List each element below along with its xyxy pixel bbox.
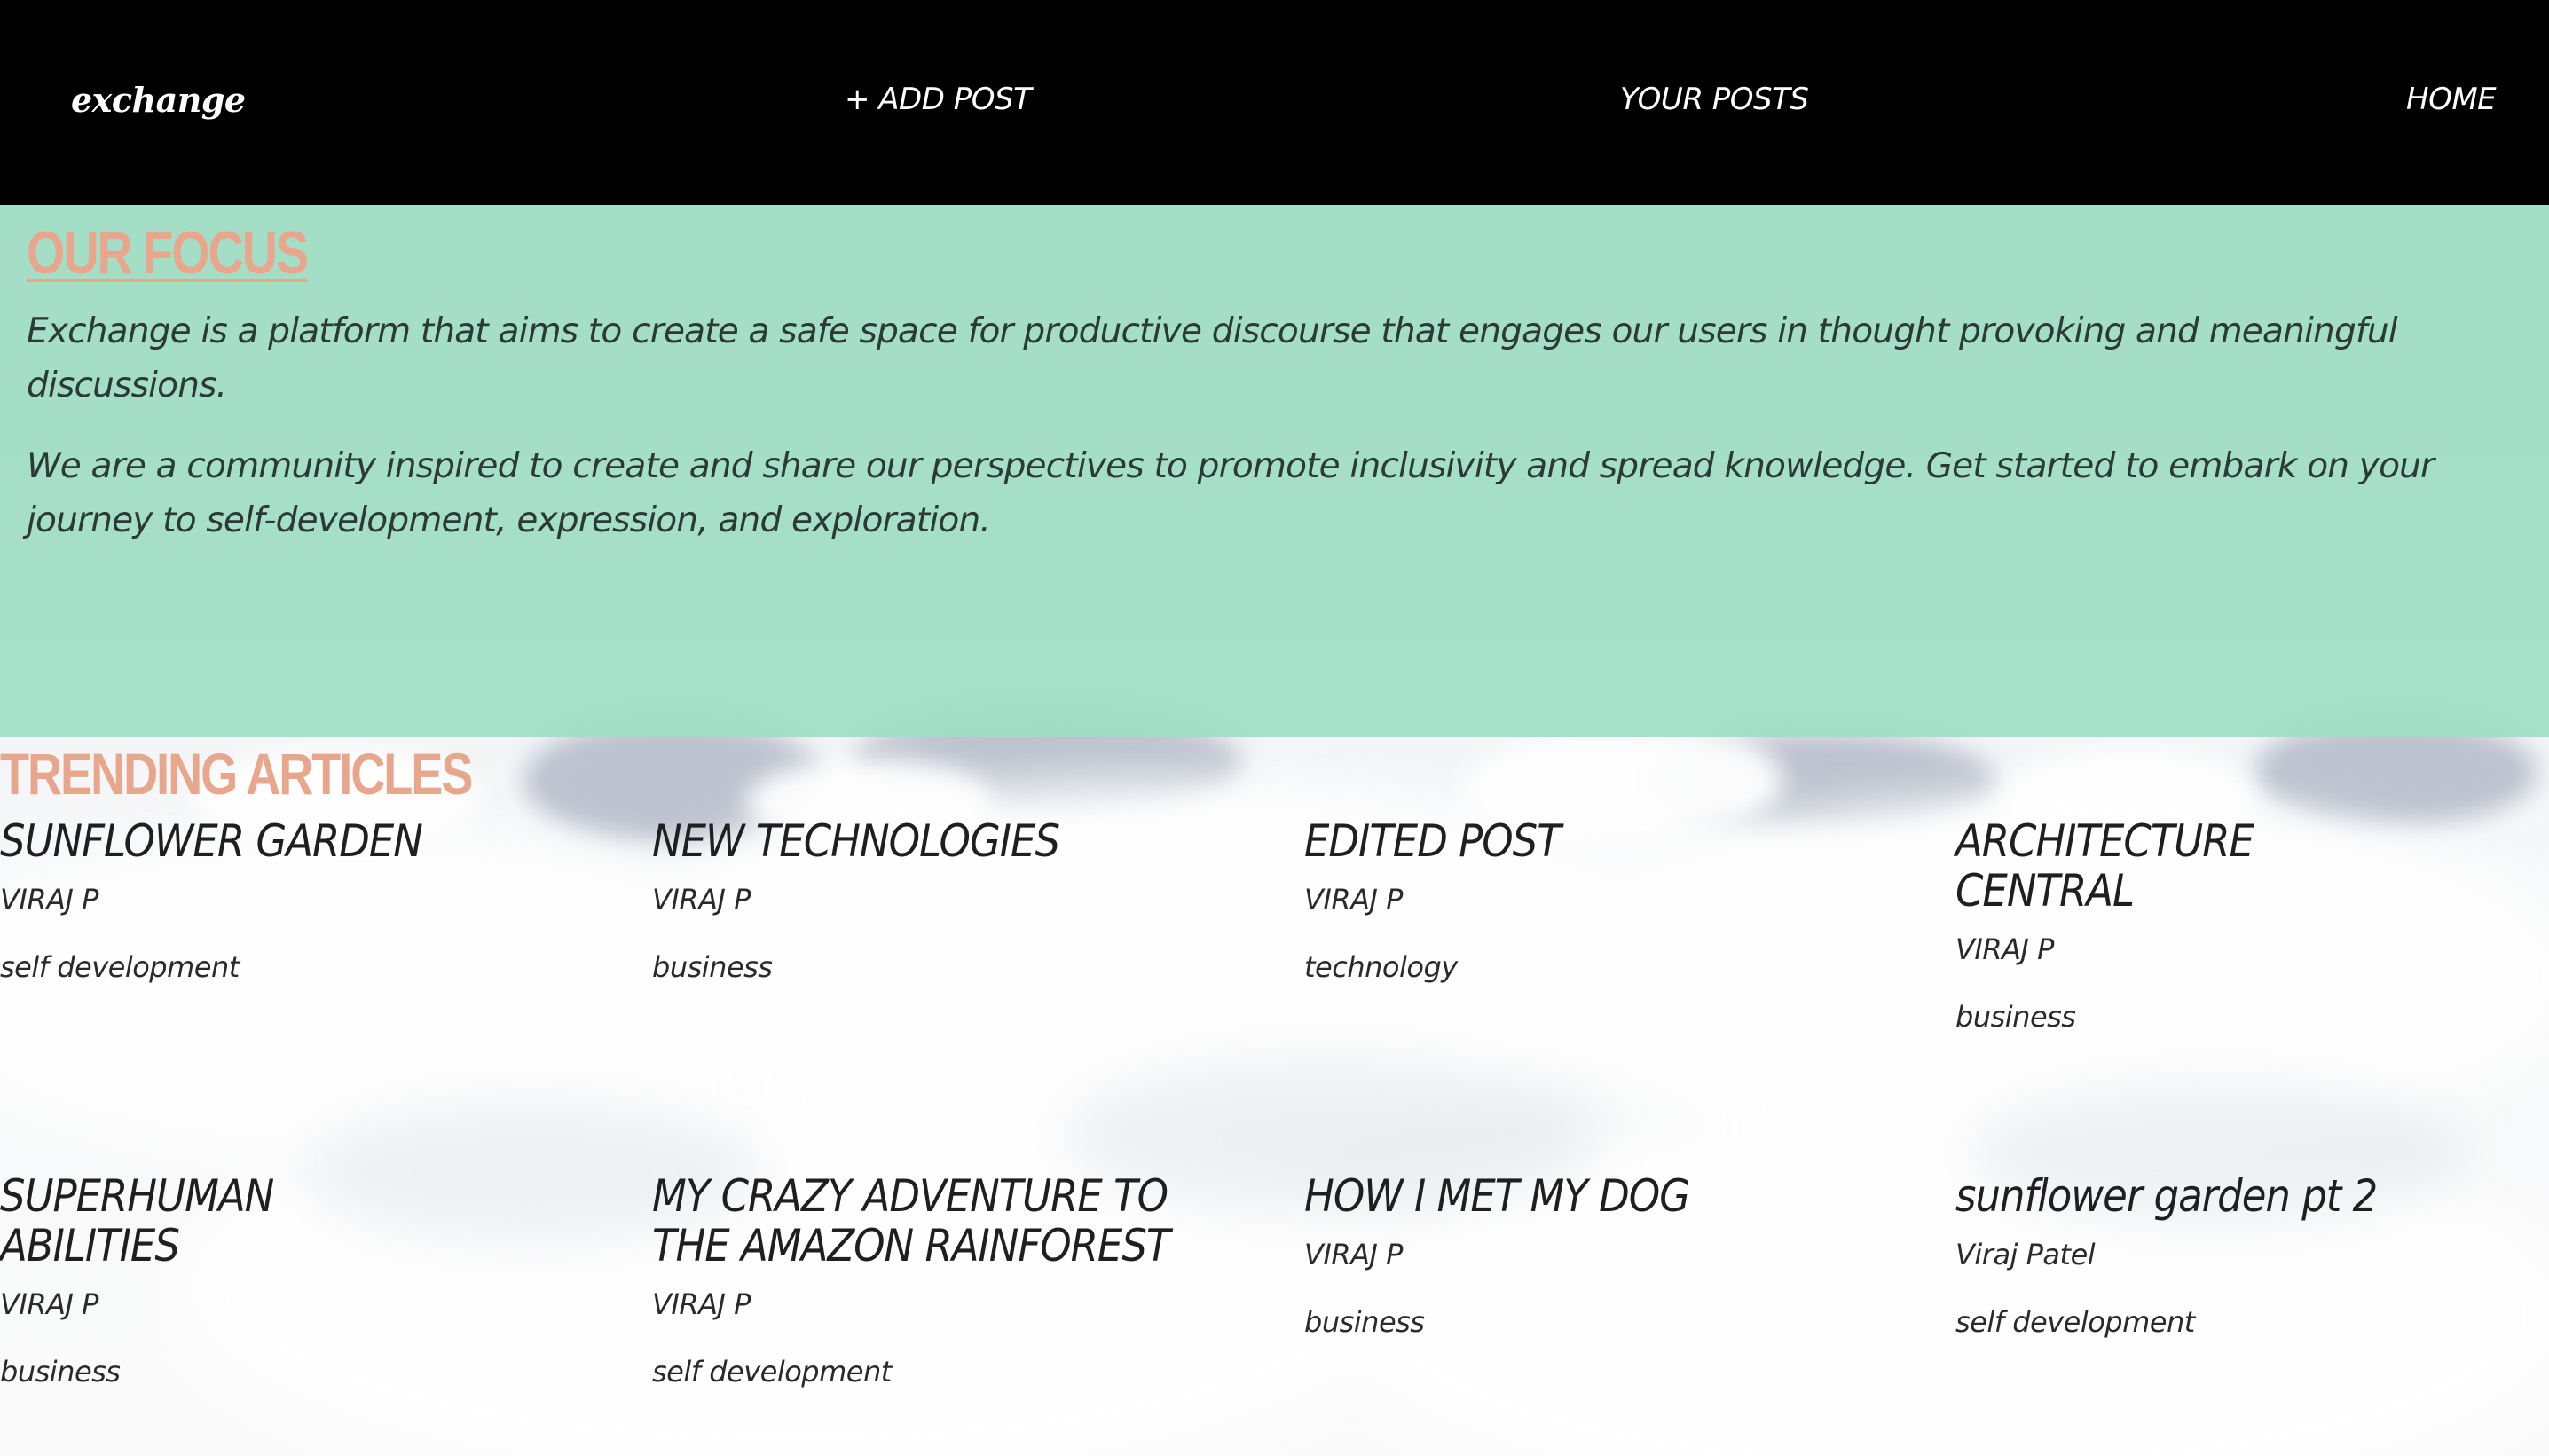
article-title[interactable]: sunflower garden pt 2 bbox=[1955, 1171, 2523, 1221]
article-card[interactable]: ARCHITECTURE CENTRAL VIRAJ P business bbox=[1955, 816, 2364, 1036]
nav-home-link[interactable]: HOME bbox=[2406, 82, 2497, 117]
nav-your-posts-link[interactable]: YOUR POSTS bbox=[1620, 82, 1809, 117]
article-category: business bbox=[1304, 1305, 1425, 1339]
article-card[interactable]: EDITED POST VIRAJ P technology bbox=[1304, 816, 1872, 987]
trending-articles-heading: TRENDING ARTICLES bbox=[0, 741, 473, 807]
our-focus-heading: OUR FOCUS bbox=[27, 219, 309, 287]
article-author: VIRAJ P bbox=[0, 1287, 98, 1321]
our-focus-section: OUR FOCUS Exchange is a platform that ai… bbox=[0, 205, 2549, 737]
top-navbar: exchange + ADD POST YOUR POSTS HOME bbox=[0, 0, 2549, 205]
article-category: self development bbox=[652, 1355, 892, 1389]
article-author: Viraj Patel bbox=[1955, 1238, 2096, 1271]
brand-logo-link[interactable]: exchange bbox=[71, 80, 246, 120]
article-card[interactable]: NEW TECHNOLOGIES VIRAJ P business bbox=[652, 816, 1220, 987]
article-title[interactable]: MY CRAZY ADVENTURE TO THE AMAZON RAINFOR… bbox=[652, 1171, 1184, 1271]
focus-paragraph-community: We are a community inspired to create an… bbox=[27, 446, 2435, 540]
nav-add-post-link[interactable]: + ADD POST bbox=[845, 82, 1032, 117]
article-author: VIRAJ P bbox=[1304, 1238, 1403, 1271]
trending-header-band: TRENDING ARTICLES bbox=[0, 737, 2549, 819]
article-card[interactable]: SUPERHUMAN ABILITIES VIRAJ P business bbox=[0, 1171, 408, 1391]
article-card[interactable]: MY CRAZY ADVENTURE TO THE AMAZON RAINFOR… bbox=[652, 1171, 1184, 1391]
focus-paragraph-mission: Exchange is a platform that aims to crea… bbox=[27, 311, 2398, 405]
article-category: self development bbox=[1955, 1305, 2195, 1339]
article-card[interactable]: SUNFLOWER GARDEN VIRAJ P self developmen… bbox=[0, 816, 568, 987]
article-category: technology bbox=[1304, 950, 1458, 984]
article-card[interactable]: HOW I MET MY DOG VIRAJ P business bbox=[1304, 1171, 1872, 1342]
article-category: business bbox=[1955, 1000, 2076, 1034]
article-title[interactable]: SUNFLOWER GARDEN bbox=[0, 816, 568, 866]
article-category: business bbox=[652, 950, 773, 984]
article-author: VIRAJ P bbox=[1304, 883, 1403, 917]
article-author: VIRAJ P bbox=[0, 883, 98, 917]
article-author: VIRAJ P bbox=[652, 883, 751, 917]
article-title[interactable]: HOW I MET MY DOG bbox=[1304, 1171, 1872, 1221]
article-category: business bbox=[0, 1355, 121, 1389]
article-title[interactable]: SUPERHUMAN ABILITIES bbox=[0, 1171, 408, 1271]
article-author: VIRAJ P bbox=[1955, 933, 2054, 966]
article-category: self development bbox=[0, 950, 240, 984]
article-title[interactable]: NEW TECHNOLOGIES bbox=[652, 816, 1220, 866]
article-author: VIRAJ P bbox=[652, 1287, 751, 1321]
article-card[interactable]: sunflower garden pt 2 Viraj Patel self d… bbox=[1955, 1171, 2523, 1342]
article-title[interactable]: EDITED POST bbox=[1304, 816, 1872, 866]
article-title[interactable]: ARCHITECTURE CENTRAL bbox=[1955, 816, 2364, 916]
